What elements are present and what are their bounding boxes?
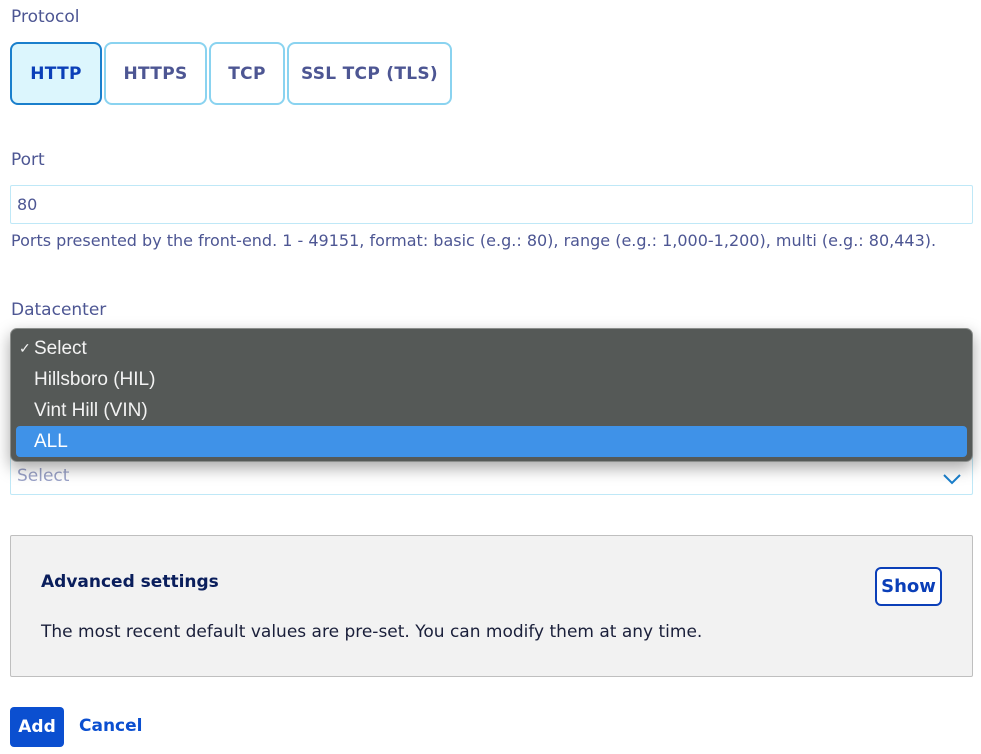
- dropdown-option-hillsboro[interactable]: Hillsboro (HIL): [16, 364, 967, 395]
- chevron-down-icon: [943, 474, 961, 485]
- protocol-option-tcp[interactable]: TCP: [209, 42, 285, 105]
- dropdown-option-vint-hill[interactable]: Vint Hill (VIN): [16, 395, 967, 426]
- protocol-label: Protocol: [11, 7, 80, 27]
- dropdown-option-label: Hillsboro (HIL): [34, 369, 156, 390]
- advanced-settings-description: The most recent default values are pre-s…: [41, 622, 703, 642]
- cancel-link[interactable]: Cancel: [79, 716, 142, 736]
- advanced-settings-panel: Advanced settings Show The most recent d…: [10, 535, 973, 677]
- dropdown-option-label: ALL: [34, 431, 68, 452]
- protocol-selector: HTTP HTTPS TCP SSL TCP (TLS): [10, 42, 454, 105]
- dropdown-option-label: Vint Hill (VIN): [34, 400, 148, 421]
- port-hint: Ports presented by the front-end. 1 - 49…: [11, 231, 937, 250]
- dropdown-option-select[interactable]: ✓ Select: [16, 333, 967, 364]
- datacenter-select-placeholder: Select: [17, 466, 70, 486]
- protocol-option-ssl-tcp[interactable]: SSL TCP (TLS): [287, 42, 452, 105]
- advanced-settings-title: Advanced settings: [41, 572, 219, 592]
- dropdown-option-label: Select: [34, 338, 87, 359]
- protocol-option-https[interactable]: HTTPS: [104, 42, 207, 105]
- protocol-option-http[interactable]: HTTP: [10, 42, 102, 105]
- dropdown-option-all[interactable]: ALL: [16, 426, 967, 457]
- checkmark-icon: ✓: [19, 340, 31, 356]
- port-label: Port: [11, 150, 45, 170]
- port-input[interactable]: 80: [10, 185, 973, 224]
- add-button[interactable]: Add: [10, 707, 64, 747]
- show-advanced-button[interactable]: Show: [875, 567, 942, 606]
- datacenter-dropdown-menu: ✓ Select Hillsboro (HIL) Vint Hill (VIN)…: [10, 328, 973, 462]
- datacenter-label: Datacenter: [11, 300, 107, 320]
